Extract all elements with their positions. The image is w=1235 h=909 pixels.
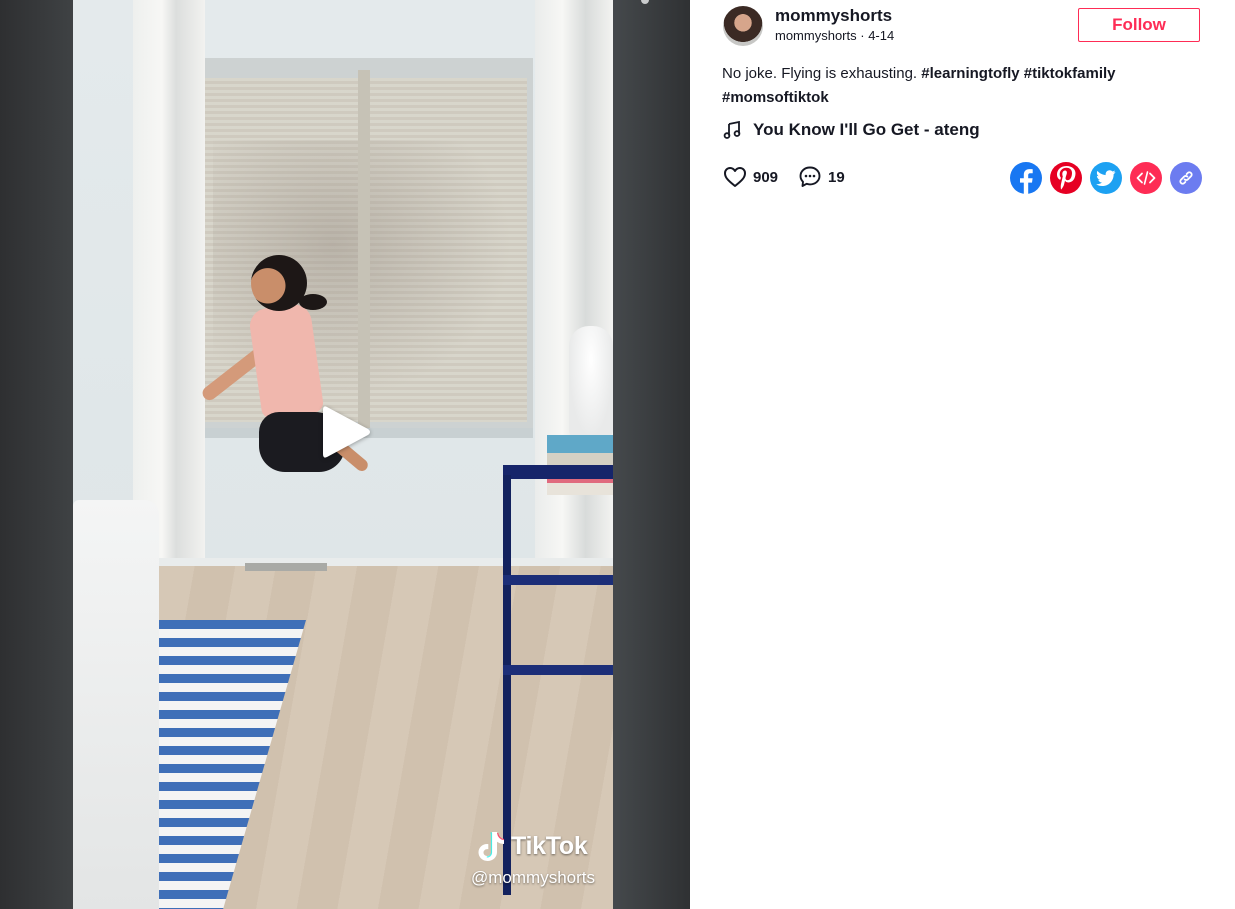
caption-text: No joke. Flying is exhausting. [722,65,922,82]
author-display-name[interactable]: mommyshorts [775,6,892,26]
link-icon [1179,171,1193,185]
share-pinterest-button[interactable] [1050,162,1082,194]
music-note-icon [723,121,741,139]
music-title[interactable]: You Know I'll Go Get - ateng [753,120,980,140]
share-facebook-button[interactable] [1010,162,1042,194]
video-info-panel: mommyshorts mommyshorts · 4-14 Follow No… [690,0,1235,909]
hashtag-link[interactable]: #momsoftiktok [722,89,829,106]
share-twitter-button[interactable] [1090,162,1122,194]
like-button[interactable]: 909 [723,166,778,188]
scene-girl-head [251,255,307,311]
share-copy-link-button[interactable] [1170,162,1202,194]
scene-vent [245,563,327,571]
meta-separator: · [856,28,869,43]
author-avatar[interactable] [723,6,763,46]
twitter-icon [1096,169,1116,186]
play-button[interactable] [317,402,377,462]
console-shelf [503,575,613,585]
share-embed-button[interactable] [1130,162,1162,194]
video-frame[interactable]: TikTok @mommyshorts [73,0,613,909]
watermark-brand: TikTok [511,831,588,860]
follow-button[interactable]: Follow [1078,8,1200,42]
play-icon [323,406,370,458]
author-meta: mommyshorts · 4-14 [775,28,894,43]
heart-icon [724,167,746,187]
console-top [503,465,613,479]
like-count: 909 [753,168,779,186]
tiktok-watermark: TikTok @mommyshorts [471,830,595,888]
author-username[interactable]: mommyshorts [775,28,857,43]
embed-code-icon [1136,171,1156,185]
pinterest-icon [1057,166,1076,190]
music-link[interactable]: You Know I'll Go Get - ateng [723,120,980,140]
video-blur-left [0,0,73,909]
comment-count: 19 [828,168,845,186]
video-player[interactable]: TikTok @mommyshorts [0,0,690,909]
post-date: 4-14 [868,28,895,43]
comment-button[interactable]: 19 [798,165,845,189]
hashtag-link[interactable]: #learningtofly [921,65,1019,82]
engagement-stats: 909 19 [723,165,865,189]
scene-curtain-left [133,0,205,570]
console-shelf [503,665,613,675]
scene-sofa [73,500,159,909]
hashtag-link[interactable]: #tiktokfamily [1024,65,1116,82]
scene-bust [569,326,613,438]
watermark-handle: @mommyshorts [471,868,595,887]
share-buttons [1010,162,1202,194]
comment-icon [799,166,821,187]
scene-window-mullion [358,70,370,430]
tiktok-logo-icon [478,832,505,861]
video-blur-right [613,0,690,909]
video-caption: No joke. Flying is exhausting. #learning… [722,62,1182,110]
facebook-icon [1020,169,1033,194]
